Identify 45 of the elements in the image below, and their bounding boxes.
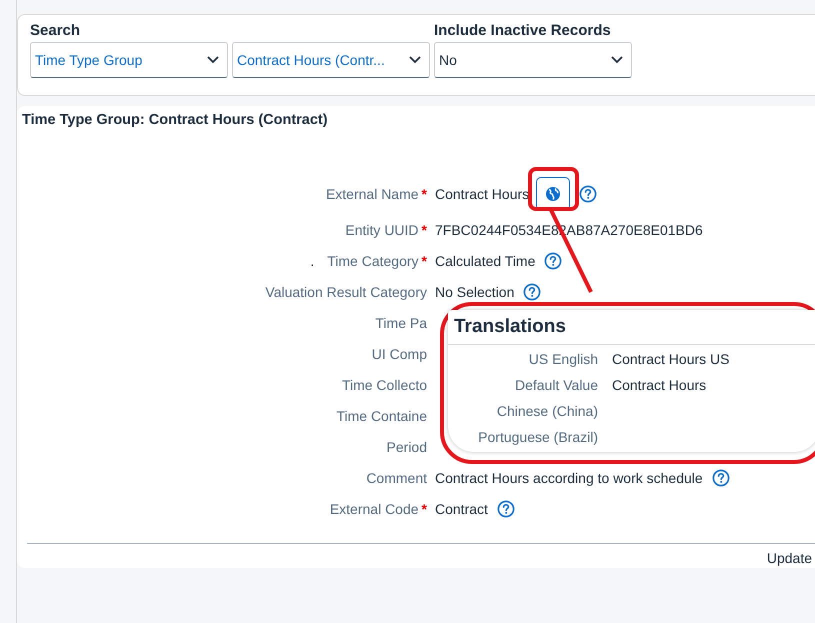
field-value: Contract Hours according to work schedule [435,470,703,486]
field-label: Time Pa [375,314,427,330]
dropdown[interactable]: No [434,42,632,78]
help-icon[interactable] [496,500,515,518]
annotation-highlight [528,167,579,211]
required-mark: * [422,186,427,202]
help-icon[interactable] [523,282,542,300]
dot-text: . [310,252,314,268]
section-title: Search [30,20,82,40]
translation-value: Contract Hours [612,377,708,393]
chevron-down-icon [611,56,623,64]
section-title: Include Inactive Records [434,20,612,40]
language-label: Chinese (China) [496,403,598,419]
field-label: External Code [330,500,419,516]
language-label: Default Value [514,377,598,393]
help-icon[interactable] [579,185,598,203]
field-label: Time Containe [336,408,427,424]
translation-value: Contract Hours US [612,351,730,367]
field-label: Time Category [327,252,419,268]
field-label: Entity UUID [345,222,419,238]
field-label: Valuation Result Category [265,284,427,300]
popover-title: Translations [448,310,815,345]
required-mark: * [422,500,427,516]
help-icon[interactable] [712,468,730,486]
field-label: Comment [366,470,427,486]
language-label: US English [528,351,598,367]
field-value: Contract Hours [435,186,530,202]
field-label: Time Collecto [342,376,427,392]
dropdown[interactable]: Contract Hours (Contr... [232,42,430,78]
field-value: No Selection [435,284,514,300]
chevron-down-icon [409,56,421,64]
field-value: Contract [435,500,488,516]
record-title: Time Type Group: Contract Hours (Contract) [22,112,329,128]
required-mark: * [422,222,427,238]
field-value: Calculated Time [435,252,536,268]
required-mark: * [422,252,427,268]
update-text: Update [766,550,813,566]
globe-icon [545,186,562,202]
help-icon[interactable] [544,252,562,270]
language-label: Portuguese (Brazil) [478,429,598,445]
dropdown[interactable]: Time Type Group [30,42,228,78]
field-label: UI Comp [372,346,427,362]
field-label: External Name [326,186,419,202]
field-label: Period [386,438,427,454]
chevron-down-icon [207,56,219,64]
